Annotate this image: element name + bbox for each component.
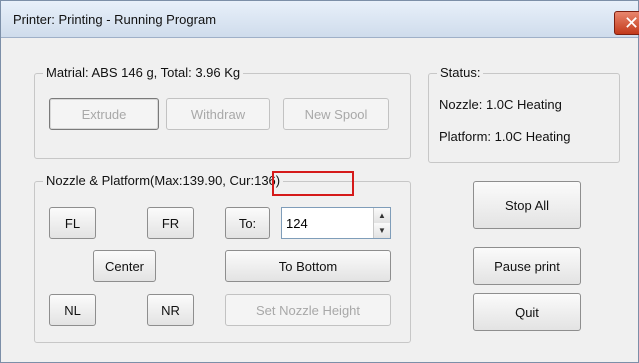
fr-button[interactable]: FR	[147, 207, 194, 239]
to-bottom-button[interactable]: To Bottom	[225, 250, 391, 282]
withdraw-button[interactable]: Withdraw	[166, 98, 270, 130]
chevron-up-icon[interactable]: ▲	[374, 208, 390, 223]
cur-value-highlight	[272, 171, 354, 196]
nr-button[interactable]: NR	[147, 294, 194, 326]
to-button[interactable]: To:	[225, 207, 270, 239]
spin-arrows: ▲ ▼	[373, 208, 390, 238]
new-spool-button[interactable]: New Spool	[283, 98, 389, 130]
nl-button[interactable]: NL	[49, 294, 96, 326]
nozzle-platform-group: Nozzle & Platform(Max:139.90, Cur:136) F…	[34, 173, 411, 343]
height-stepper[interactable]: ▲ ▼	[281, 207, 391, 239]
fl-button[interactable]: FL	[49, 207, 96, 239]
status-legend: Status:	[437, 65, 484, 80]
center-button[interactable]: Center	[93, 250, 156, 282]
material-group: Matrial: ABS 146 g, Total: 3.96 Kg Extru…	[34, 65, 411, 159]
window-title: Printer: Printing - Running Program	[13, 12, 217, 27]
material-legend: Matrial: ABS 146 g, Total: 3.96 Kg	[43, 65, 244, 80]
height-input[interactable]	[282, 208, 358, 238]
nozzle-platform-legend-prefix: Nozzle & Platform(Max:139.90,	[46, 173, 230, 188]
title-bar: Printer: Printing - Running Program ✕	[1, 1, 639, 38]
pause-print-button[interactable]: Pause print	[473, 247, 581, 285]
chevron-down-icon[interactable]: ▼	[374, 223, 390, 238]
quit-button[interactable]: Quit	[473, 293, 581, 331]
printer-dialog: Printer: Printing - Running Program ✕ Ma…	[0, 0, 639, 363]
extrude-button[interactable]: Extrude	[49, 98, 159, 130]
nozzle-status: Nozzle: 1.0C Heating	[439, 97, 562, 112]
status-group: Status: Nozzle: 1.0C Heating Platform: 1…	[428, 65, 620, 163]
set-nozzle-height-button[interactable]: Set Nozzle Height	[225, 294, 391, 326]
nozzle-platform-legend: Nozzle & Platform(Max:139.90, Cur:136)	[43, 173, 284, 188]
platform-status: Platform: 1.0C Heating	[439, 129, 571, 144]
close-icon[interactable]: ✕	[614, 11, 639, 35]
stop-all-button[interactable]: Stop All	[473, 181, 581, 229]
